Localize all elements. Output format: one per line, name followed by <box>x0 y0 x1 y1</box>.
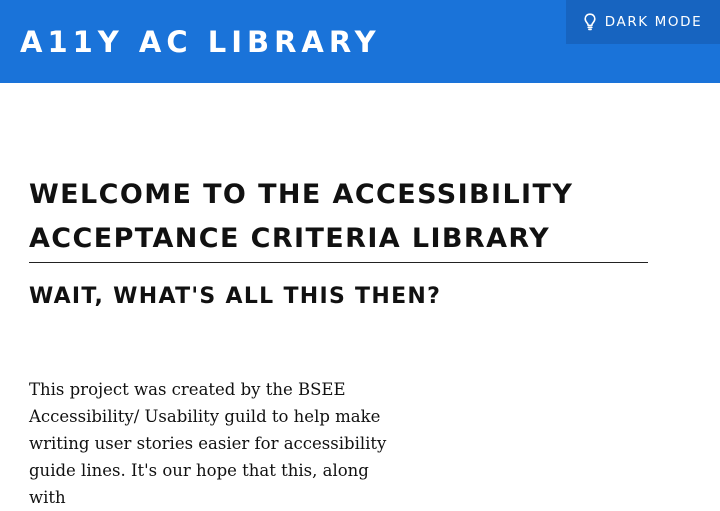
dark-mode-label: DARK MODE <box>604 14 703 30</box>
dark-mode-toggle[interactable]: DARK MODE <box>566 0 720 44</box>
lightbulb-icon <box>584 13 596 31</box>
section-subtitle: WAIT, WHAT'S ALL THIS THEN? <box>29 284 442 309</box>
site-header: A11Y AC LIBRARY DARK MODE <box>0 0 720 83</box>
site-title[interactable]: A11Y AC LIBRARY <box>20 22 381 62</box>
page-title: WELCOME TO THE ACCESSIBILITY ACCEPTANCE … <box>29 173 648 263</box>
intro-paragraph: This project was created by the BSEE Acc… <box>29 380 387 507</box>
